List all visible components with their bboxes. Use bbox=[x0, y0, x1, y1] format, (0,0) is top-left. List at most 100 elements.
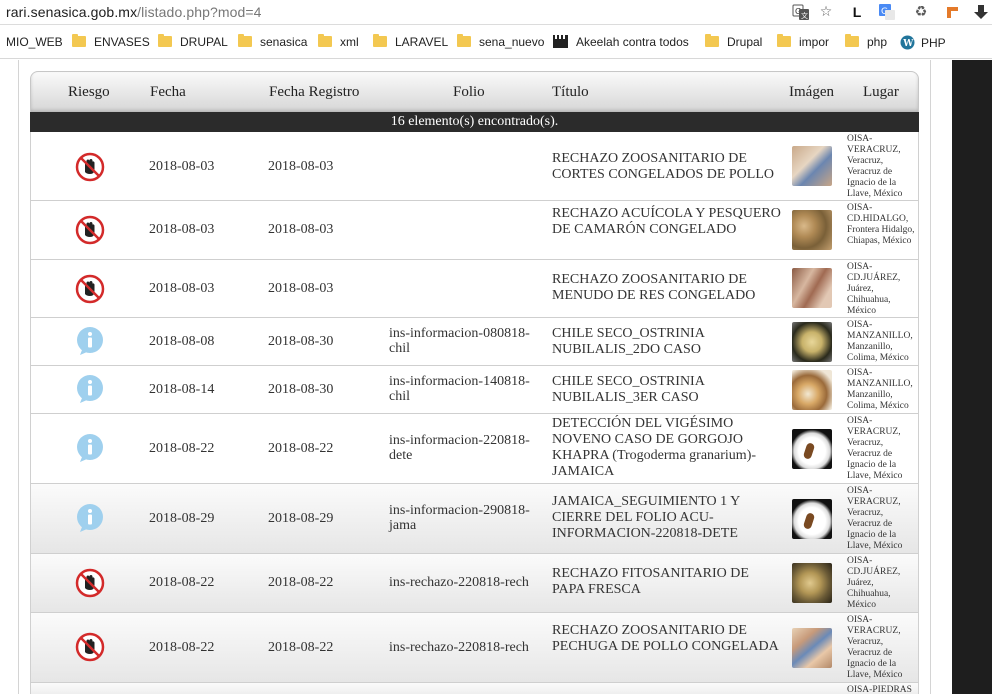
cell-lugar: OISA-CD.HIDALGO, Frontera Hidalgo, Chiap… bbox=[847, 203, 915, 246]
cell-fecha: 2018-08-14 bbox=[149, 382, 215, 397]
address-bar[interactable]: rari.senasica.gob.mx/listado.php?mod=4 G… bbox=[0, 0, 992, 25]
cell-lugar: OISA-VERACRUZ, Veracruz, Veracruz de Ign… bbox=[847, 615, 903, 680]
cell-registro: 2018-08-29 bbox=[268, 511, 334, 526]
bookmark-drupal[interactable]: DRUPAL bbox=[158, 34, 228, 51]
cell-registro: 2018-08-30 bbox=[268, 334, 334, 349]
cell-registro: 2018-08-22 bbox=[268, 640, 334, 655]
stop-hand-icon bbox=[75, 152, 105, 182]
url-text[interactable]: rari.senasica.gob.mx/listado.php?mod=4 bbox=[6, 4, 262, 20]
table-row[interactable]: 2018-08-03 2018-08-03 RECHAZO ZOOSANITAR… bbox=[30, 260, 919, 318]
table-row[interactable]: 2018-08-22 2018-08-22 ins-rechazo-220818… bbox=[30, 613, 919, 683]
cell-titulo[interactable]: JAMAICA_SEGUIMIENTO 1 Y CIERRE DEL FOLIO… bbox=[552, 494, 782, 542]
thumbnail-image[interactable] bbox=[792, 499, 832, 539]
header-fecha-registro[interactable]: Fecha Registro bbox=[269, 84, 359, 101]
thumbnail-image[interactable] bbox=[792, 146, 832, 186]
cell-fecha: 2018-08-22 bbox=[149, 441, 215, 456]
cell-fecha: 2018-08-03 bbox=[149, 159, 215, 174]
cell-titulo[interactable]: RECHAZO FITOSANITARIO DE PAPA FRESCA bbox=[552, 566, 782, 598]
header-imagen[interactable]: Imágen bbox=[789, 84, 834, 101]
page-side-background bbox=[952, 60, 992, 694]
cell-lugar: OISA-VERACRUZ, Veracruz, Veracruz de Ign… bbox=[847, 134, 903, 199]
recycle-icon[interactable]: ♻ bbox=[912, 3, 930, 21]
folder-icon bbox=[845, 34, 859, 47]
table-header: Riesgo Fecha Fecha Registro Folio Título… bbox=[30, 71, 919, 112]
cell-folio: ins-informacion-140818-chil bbox=[389, 374, 530, 404]
bookmark-xml[interactable]: xml bbox=[318, 34, 359, 51]
cell-titulo[interactable]: RECHAZO ACUÍCOLA Y PESQUERO DE CAMARÓN C… bbox=[552, 206, 782, 238]
thumbnail-image[interactable] bbox=[792, 429, 832, 469]
folder-icon bbox=[777, 34, 791, 47]
cell-titulo[interactable]: RECHAZO ZOOSANITARIO DE PECHUGA DE POLLO… bbox=[552, 623, 782, 655]
table-row[interactable]: OISA-PIEDRAS bbox=[30, 683, 919, 694]
cell-folio: ins-informacion-080818-chil bbox=[389, 326, 530, 356]
cell-titulo[interactable]: CHILE SECO_OSTRINIA NUBILALIS_2DO CASO bbox=[552, 326, 782, 358]
table-row[interactable]: 2018-08-03 2018-08-03 RECHAZO ZOOSANITAR… bbox=[30, 132, 919, 201]
table-row[interactable]: 2018-08-22 2018-08-22 ins-informacion-22… bbox=[30, 414, 919, 484]
table-row[interactable]: 2018-08-14 2018-08-30 ins-informacion-14… bbox=[30, 366, 919, 414]
header-fecha[interactable]: Fecha bbox=[150, 84, 186, 101]
bookmark-akeelah[interactable]: Akeelah contra todos bbox=[553, 35, 689, 51]
results-table: Riesgo Fecha Fecha Registro Folio Título… bbox=[30, 71, 919, 694]
thumbnail-image[interactable] bbox=[792, 628, 832, 668]
bookmark-php-wordpress[interactable]: W PHP bbox=[900, 35, 946, 51]
bookmarks-bar: MIO_WEB ENVASES DRUPAL senasica xml LARA… bbox=[0, 26, 992, 59]
folder-icon bbox=[72, 34, 86, 47]
bookmark-php[interactable]: php bbox=[845, 34, 887, 51]
download-arrow-icon[interactable] bbox=[972, 3, 990, 21]
thumbnail-image[interactable] bbox=[792, 210, 832, 250]
info-icon bbox=[77, 504, 103, 532]
translate-icon[interactable]: G文 bbox=[792, 3, 810, 21]
thumbnail-image[interactable] bbox=[792, 370, 832, 410]
bookmark-impor[interactable]: impor bbox=[777, 34, 829, 51]
cell-registro: 2018-08-22 bbox=[268, 575, 334, 590]
cell-titulo[interactable]: DETECCIÓN DEL VIGÉSIMO NOVENO CASO DE GO… bbox=[552, 416, 782, 480]
svg-text:W: W bbox=[902, 39, 914, 49]
header-folio[interactable]: Folio bbox=[453, 84, 485, 101]
bookmark-mio-web[interactable]: MIO_WEB bbox=[6, 35, 63, 51]
cell-fecha: 2018-08-03 bbox=[149, 281, 215, 296]
page-viewport: Riesgo Fecha Fecha Registro Folio Título… bbox=[0, 60, 992, 694]
info-icon bbox=[77, 327, 103, 355]
cell-registro: 2018-08-30 bbox=[268, 382, 334, 397]
cell-lugar: OISA-VERACRUZ, Veracruz, Veracruz de Ign… bbox=[847, 486, 903, 551]
header-riesgo[interactable]: Riesgo bbox=[68, 84, 110, 101]
cell-registro: 2018-08-22 bbox=[268, 441, 334, 456]
table-row[interactable]: 2018-08-03 2018-08-03 RECHAZO ACUÍCOLA Y… bbox=[30, 201, 919, 260]
cell-titulo[interactable]: RECHAZO ZOOSANITARIO DE CORTES CONGELADO… bbox=[552, 151, 782, 183]
results-count: 16 elemento(s) encontrado(s). bbox=[30, 112, 919, 132]
cell-fecha: 2018-08-08 bbox=[149, 334, 215, 349]
bookmark-laravel[interactable]: LARAVEL bbox=[373, 34, 448, 51]
cell-folio: ins-rechazo-220818-rech bbox=[389, 575, 529, 590]
table-row[interactable]: 2018-08-29 2018-08-29 ins-informacion-29… bbox=[30, 484, 919, 554]
bookmark-sena-nuevo[interactable]: sena_nuevo bbox=[457, 34, 544, 51]
header-titulo[interactable]: Título bbox=[552, 84, 589, 101]
thumbnail-image[interactable] bbox=[792, 268, 832, 308]
extension-l-icon[interactable]: L bbox=[848, 3, 866, 21]
cell-fecha: 2018-08-03 bbox=[149, 222, 215, 237]
bookmark-senasica[interactable]: senasica bbox=[238, 34, 307, 51]
info-icon bbox=[77, 434, 103, 462]
table-row[interactable]: 2018-08-22 2018-08-22 ins-rechazo-220818… bbox=[30, 554, 919, 613]
cell-titulo[interactable]: CHILE SECO_OSTRINIA NUBILALIS_3ER CASO bbox=[552, 374, 782, 406]
google-translate-icon[interactable]: G bbox=[878, 3, 896, 21]
extension-orange-icon[interactable] bbox=[944, 3, 962, 21]
header-lugar[interactable]: Lugar bbox=[863, 84, 899, 101]
folder-icon bbox=[705, 34, 719, 47]
bookmark-drupal-2[interactable]: Drupal bbox=[705, 34, 762, 51]
cell-lugar: OISA-MANZANILLO, Manzanillo, Colima, Méx… bbox=[847, 368, 913, 411]
bookmark-envases[interactable]: ENVASES bbox=[72, 34, 150, 51]
thumbnail-image[interactable] bbox=[792, 563, 832, 603]
folder-icon bbox=[158, 34, 172, 47]
cell-titulo[interactable]: RECHAZO ZOOSANITARIO DE MENUDO DE RES CO… bbox=[552, 272, 782, 304]
thumbnail-image[interactable] bbox=[792, 322, 832, 362]
cell-folio: ins-rechazo-220818-rech bbox=[389, 640, 529, 655]
star-icon[interactable]: ☆ bbox=[817, 3, 835, 21]
folder-icon bbox=[373, 34, 387, 47]
stop-hand-icon bbox=[75, 215, 105, 245]
cell-lugar: OISA-VERACRUZ, Veracruz, Veracruz de Ign… bbox=[847, 416, 903, 481]
folder-icon bbox=[457, 34, 471, 47]
stop-hand-icon bbox=[75, 632, 105, 662]
cell-fecha: 2018-08-22 bbox=[149, 640, 215, 655]
cell-folio: ins-informacion-290818-jama bbox=[389, 503, 530, 533]
table-row[interactable]: 2018-08-08 2018-08-30 ins-informacion-08… bbox=[30, 318, 919, 366]
